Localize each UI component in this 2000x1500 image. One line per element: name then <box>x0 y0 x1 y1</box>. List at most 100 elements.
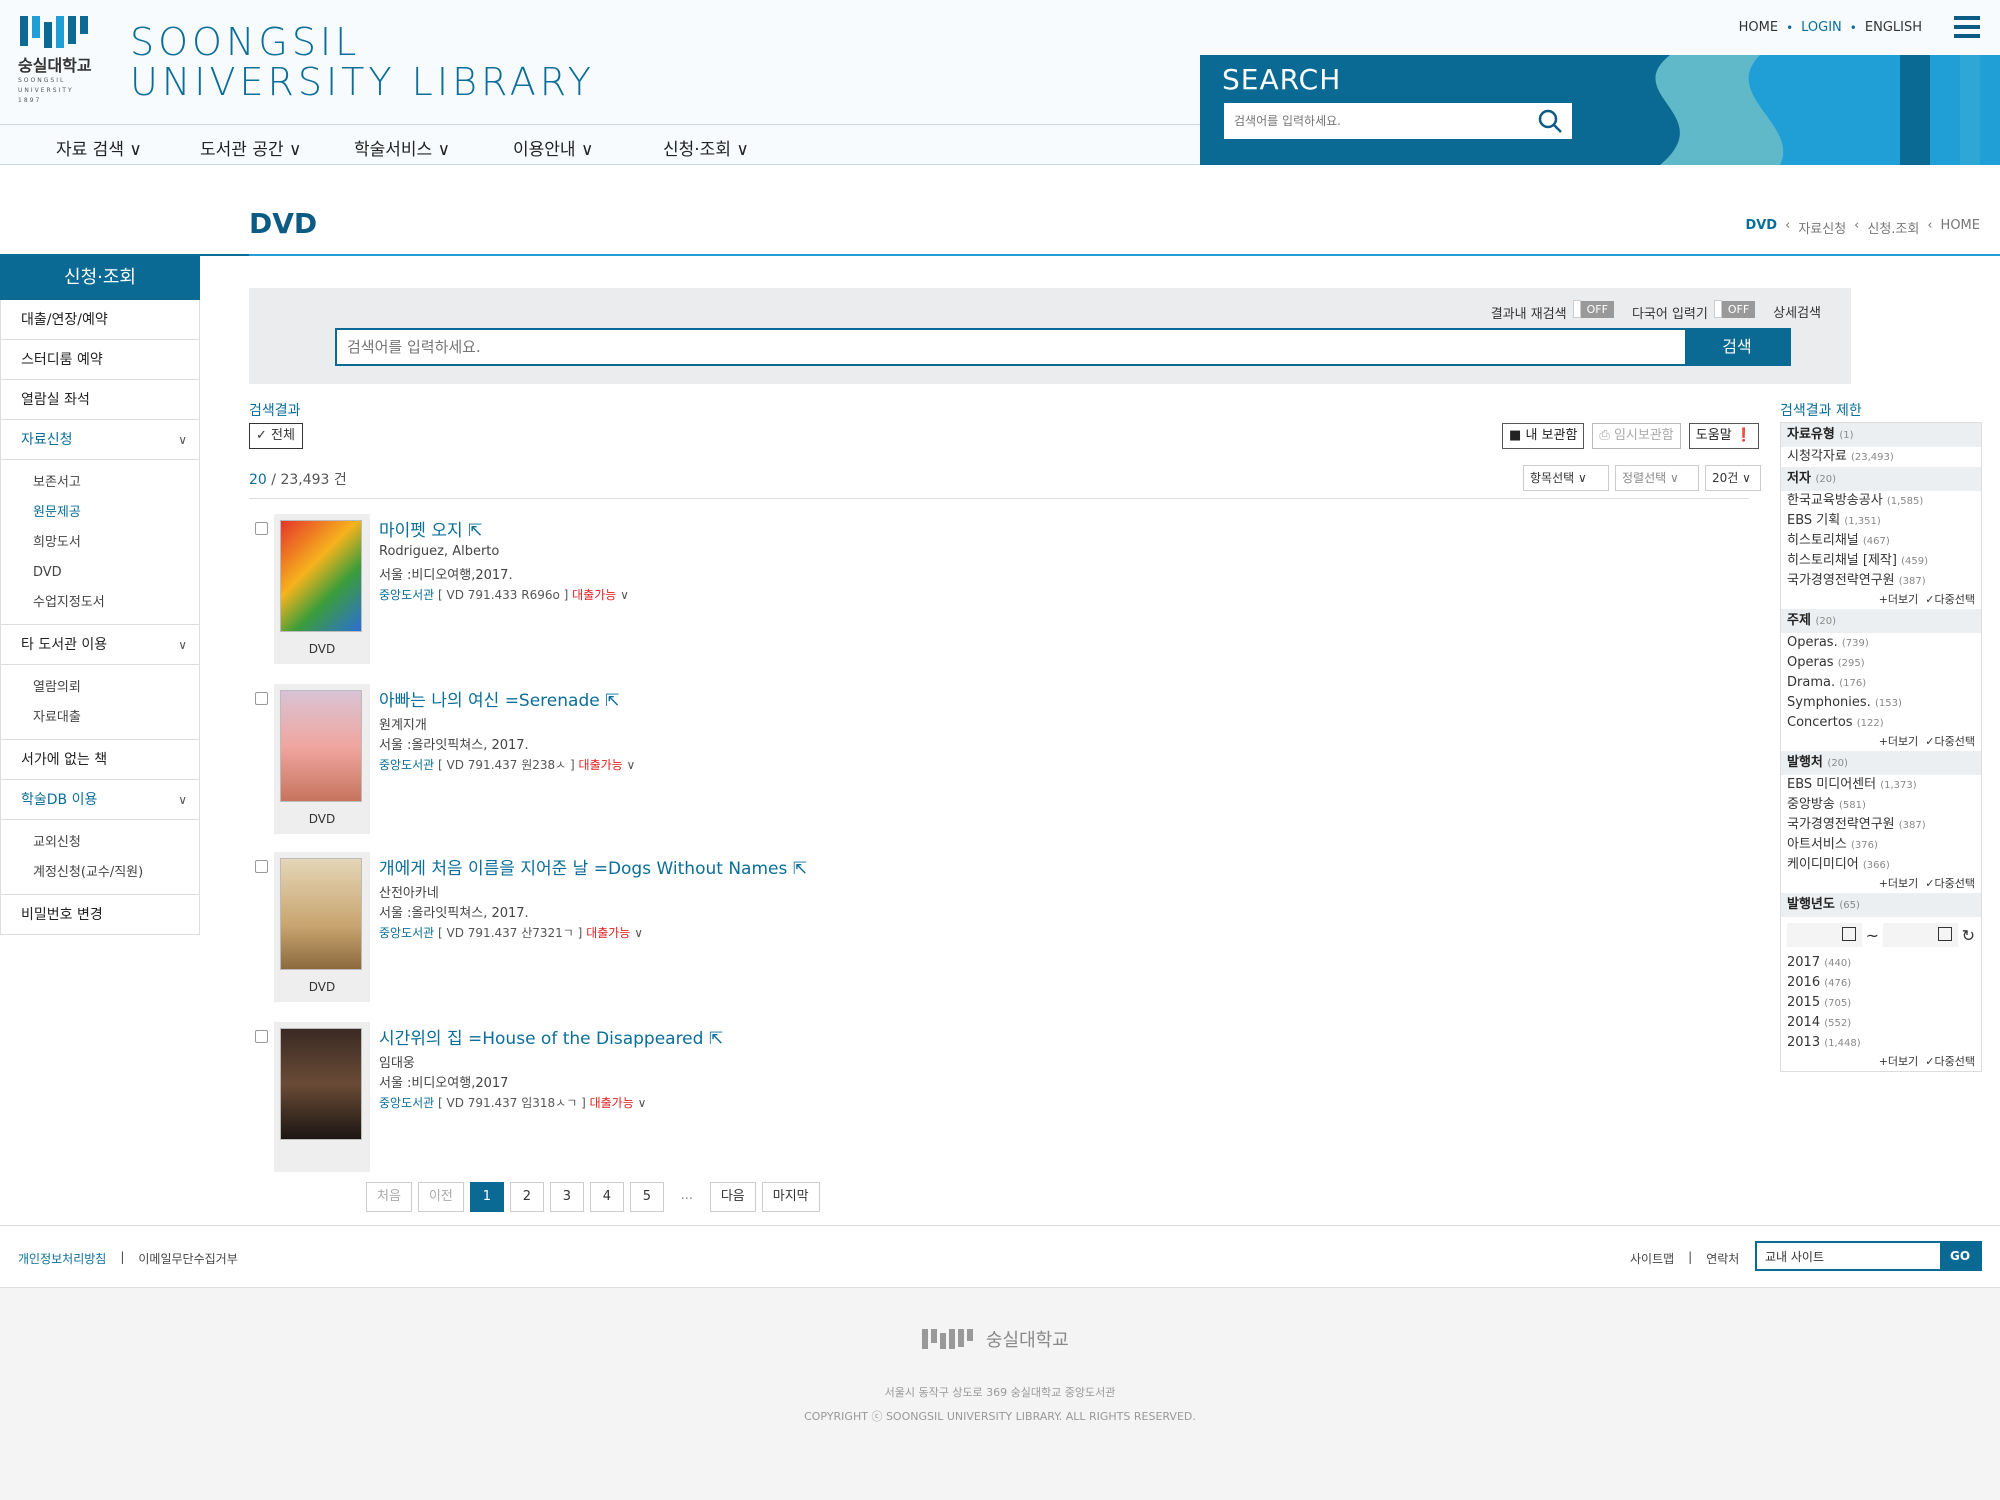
more-button[interactable]: +더보기 <box>1879 593 1919 606</box>
home-link[interactable]: HOME <box>1739 20 1778 35</box>
more-button[interactable]: +더보기 <box>1879 735 1919 748</box>
privacy-policy-link[interactable]: 개인정보처리방침 <box>18 1250 106 1267</box>
help-button[interactable]: 도움말 ❗ <box>1688 423 1759 449</box>
sidebar-item-password[interactable]: 비밀번호 변경 <box>0 895 200 935</box>
facet-value[interactable]: 2016 (476) <box>1781 973 1981 993</box>
multilang-option[interactable]: 다국어 입력기 OFF <box>1632 300 1756 322</box>
sidebar-sub-item[interactable]: 희망도서 <box>33 528 199 558</box>
multilang-toggle[interactable]: OFF <box>1713 300 1756 318</box>
page-button[interactable]: 3 <box>549 1182 584 1212</box>
page-button[interactable]: 4 <box>589 1182 624 1212</box>
multi-select-button[interactable]: ✓다중선택 <box>1925 735 1975 748</box>
facet-value[interactable]: 시청각자료 (23,493) <box>1781 447 1981 467</box>
sidebar-sub-item-active[interactable]: 원문제공 <box>33 498 199 528</box>
facet-value[interactable]: 2015 (705) <box>1781 993 1981 1013</box>
result-thumbnail[interactable]: DVD <box>274 852 370 1002</box>
external-link-icon[interactable]: ⇱ <box>605 691 619 711</box>
facet-value[interactable]: EBS 기획 (1,351) <box>1781 511 1981 531</box>
last-page-button[interactable]: 마지막 <box>761 1182 820 1212</box>
nav-item-library-space[interactable]: 도서관 공간 ∨ <box>200 135 301 160</box>
sidebar-item-loan[interactable]: 대출/연장/예약 <box>0 300 200 340</box>
all-filter-chip[interactable]: ✓ 전체 <box>249 423 303 449</box>
facet-value[interactable]: 국가경영전략연구원 (387) <box>1781 815 1981 835</box>
english-link[interactable]: ENGLISH <box>1865 20 1922 35</box>
result-location[interactable]: 중앙도서관 [ VD 791.437 원238ㅅ ] 대출가능 ∨ <box>379 756 635 773</box>
result-thumbnail[interactable]: DVD <box>274 514 370 664</box>
result-checkbox[interactable] <box>255 860 268 873</box>
advanced-search-link[interactable]: 상세검색 <box>1773 302 1821 321</box>
sidebar-sub-item[interactable]: 교외신청 <box>33 828 199 858</box>
sidebar-item-academic-db[interactable]: 학술DB 이용 ∨ <box>0 780 200 820</box>
sidebar-sub-item[interactable]: DVD <box>33 558 199 588</box>
calendar-icon[interactable] <box>1841 927 1856 941</box>
facet-group-head[interactable]: 발행처 (20) <box>1781 751 1981 775</box>
facet-value[interactable]: 히스토리채널 [제작] (459) <box>1781 551 1981 571</box>
prev-page-button[interactable]: 이전 <box>417 1182 464 1212</box>
search-button[interactable]: 검색 <box>1685 328 1789 366</box>
facet-group-head[interactable]: 저자 (20) <box>1781 467 1981 491</box>
login-link[interactable]: LOGIN <box>1801 20 1842 35</box>
go-button[interactable]: GO <box>1940 1243 1980 1269</box>
result-thumbnail[interactable] <box>274 1022 370 1172</box>
result-thumbnail[interactable]: DVD <box>274 684 370 834</box>
email-refuse-link[interactable]: 이메일무단수집거부 <box>138 1250 237 1267</box>
research-option[interactable]: 결과내 재검색 OFF <box>1491 300 1614 322</box>
sidebar-item-missing-book[interactable]: 서가에 없는 책 <box>0 740 200 780</box>
university-logo[interactable]: 숭실대학교 SOONGSIL UNIVERSITY 1897 <box>18 14 100 110</box>
multi-select-button[interactable]: ✓다중선택 <box>1925 877 1975 890</box>
breadcrumb-item[interactable]: 자료신청 <box>1798 218 1846 237</box>
facet-group-head[interactable]: 주제 (20) <box>1781 609 1981 633</box>
facet-value[interactable]: 아트서비스 (376) <box>1781 835 1981 855</box>
sidebar-sub-item[interactable]: 보존서고 <box>33 468 199 498</box>
nav-item-usage-guide[interactable]: 이용안내 ∨ <box>513 135 593 160</box>
calendar-icon[interactable] <box>1937 927 1952 941</box>
main-search-input[interactable] <box>337 330 1637 364</box>
facet-value[interactable]: Operas. (739) <box>1781 633 1981 653</box>
result-checkbox[interactable] <box>255 692 268 705</box>
research-toggle[interactable]: OFF <box>1572 300 1614 318</box>
my-folder-button[interactable]: ■ 내 보관함 <box>1502 423 1585 449</box>
page-button[interactable]: 2 <box>509 1182 544 1212</box>
facet-value[interactable]: 국가경영전략연구원 (387) <box>1781 571 1981 591</box>
refresh-icon[interactable]: ↻ <box>1962 926 1975 945</box>
facet-value[interactable]: 2013 (1,448) <box>1781 1033 1981 1053</box>
search-icon[interactable] <box>1536 107 1564 135</box>
result-title[interactable]: 시간위의 집 =House of the Disappeared ⇱ <box>379 1024 723 1049</box>
chevron-down-icon[interactable]: ∨ <box>620 588 629 602</box>
nav-item-academic-service[interactable]: 학술서비스 ∨ <box>354 135 450 160</box>
chevron-down-icon[interactable]: ∨ <box>627 758 636 772</box>
external-link-icon[interactable]: ⇱ <box>468 521 482 541</box>
multi-select-button[interactable]: ✓다중선택 <box>1925 593 1975 606</box>
result-checkbox[interactable] <box>255 1030 268 1043</box>
sort-select[interactable]: 정렬선택 ∨ <box>1615 465 1699 491</box>
facet-value[interactable]: 케이디미디어 (366) <box>1781 855 1981 875</box>
sitemap-link[interactable]: 사이트맵 <box>1630 1250 1674 1267</box>
facet-value[interactable]: 2014 (552) <box>1781 1013 1981 1033</box>
hamburger-menu-icon[interactable] <box>1954 16 1980 40</box>
breadcrumb-item[interactable]: 신청.조회 <box>1867 218 1919 237</box>
page-button[interactable]: 5 <box>629 1182 664 1212</box>
result-title[interactable]: 마이펫 오지 ⇱ <box>379 516 482 541</box>
facet-value[interactable]: Concertos (122) <box>1781 713 1981 733</box>
sidebar-sub-item[interactable]: 수업지정도서 <box>33 588 199 618</box>
sidebar-item-other-library[interactable]: 타 도서관 이용 ∨ <box>0 625 200 665</box>
result-checkbox[interactable] <box>255 522 268 535</box>
multi-select-button[interactable]: ✓다중선택 <box>1925 1055 1975 1068</box>
chevron-down-icon[interactable]: ∨ <box>638 1096 647 1110</box>
sidebar-item-studyroom[interactable]: 스터디룸 예약 <box>0 340 200 380</box>
page-button-current[interactable]: 1 <box>469 1182 504 1212</box>
breadcrumb-item[interactable]: HOME <box>1941 218 1980 237</box>
facet-group-head[interactable]: 발행년도 (65) <box>1781 893 1981 917</box>
external-link-icon[interactable]: ⇱ <box>793 859 807 879</box>
nav-item-request[interactable]: 신청·조회 ∨ <box>663 135 749 160</box>
site-select-input[interactable] <box>1757 1243 1937 1269</box>
result-title[interactable]: 개에게 처음 이름을 지어준 날 =Dogs Without Names ⇱ <box>379 854 807 879</box>
facet-group-head[interactable]: 자료유형 (1) <box>1781 423 1981 447</box>
year-from-input[interactable] <box>1787 923 1862 947</box>
sidebar-item-reading-seat[interactable]: 열람실 좌석 <box>0 380 200 420</box>
first-page-button[interactable]: 처음 <box>366 1182 412 1212</box>
next-page-button[interactable]: 다음 <box>709 1182 756 1212</box>
result-location[interactable]: 중앙도서관 [ VD 791.437 임318ㅅㄱ ] 대출가능 ∨ <box>379 1094 646 1111</box>
year-to-input[interactable] <box>1883 923 1958 947</box>
nav-item-search[interactable]: 자료 검색 ∨ <box>56 135 142 160</box>
